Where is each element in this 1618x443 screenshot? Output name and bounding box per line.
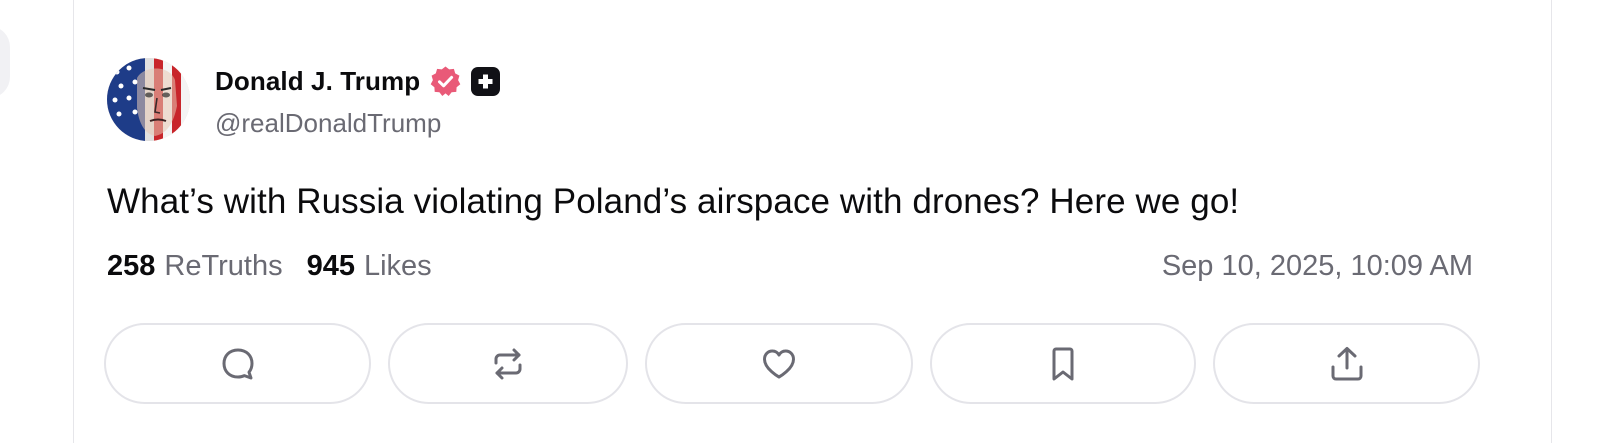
post-text: What’s with Russia violating Poland’s ai… [107, 182, 1240, 221]
post-card: Donald J. Trump @realDonaldTrump What’s … [73, 0, 1552, 443]
plus-subscriber-icon [471, 66, 501, 96]
bookmark-icon [1052, 347, 1074, 380]
likes-count[interactable]: 945 [307, 250, 355, 283]
post-timestamp[interactable]: Sep 10, 2025, 10:09 AM [1162, 250, 1473, 283]
post-action-bar [104, 323, 1480, 408]
retruths-count[interactable]: 258 [107, 250, 155, 283]
retruths-label[interactable]: ReTruths [164, 250, 282, 283]
post-stats: 258 ReTruths 945 Likes [107, 250, 432, 283]
author-handle[interactable]: @realDonaldTrump [215, 108, 441, 139]
repost-icon [494, 348, 522, 379]
author-name-row: Donald J. Trump [215, 64, 501, 98]
likes-label[interactable]: Likes [364, 250, 432, 283]
avatar-image [107, 58, 190, 141]
adjacent-panel-edge [0, 26, 10, 98]
share-upload-icon [1331, 346, 1362, 380]
avatar[interactable] [107, 58, 190, 141]
heart-icon [763, 349, 795, 378]
verified-badge-icon [429, 65, 462, 98]
retruth-button[interactable] [388, 323, 628, 404]
reply-button[interactable] [104, 323, 371, 404]
bookmark-button[interactable] [930, 323, 1196, 404]
author-display-name[interactable]: Donald J. Trump [215, 66, 420, 97]
share-button[interactable] [1213, 323, 1480, 404]
like-button[interactable] [645, 323, 913, 404]
comment-bubble-icon [222, 348, 253, 379]
